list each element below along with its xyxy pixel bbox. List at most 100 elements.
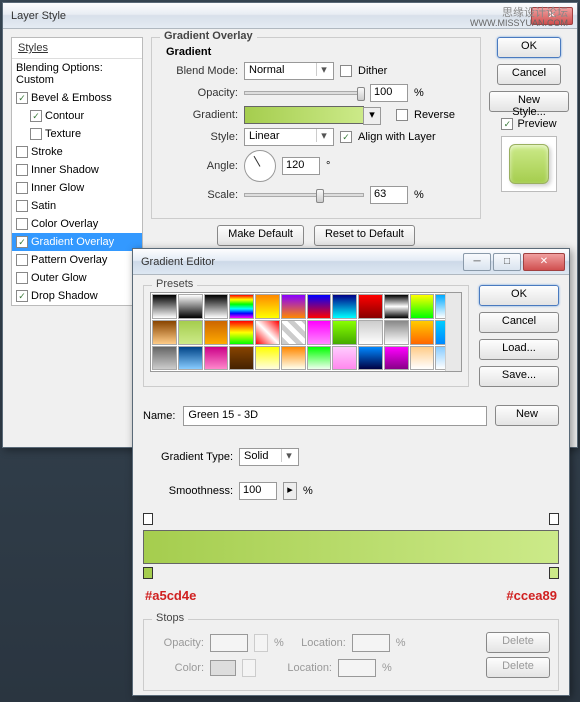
style-item-satin[interactable]: Satin — [12, 197, 142, 215]
style-checkbox[interactable] — [16, 200, 28, 212]
scale-value[interactable]: 63 — [370, 186, 408, 204]
style-checkbox[interactable] — [16, 164, 28, 176]
preview-swatch — [501, 136, 557, 192]
preset-swatch[interactable] — [384, 320, 409, 345]
preset-swatch[interactable] — [152, 346, 177, 371]
preset-swatch[interactable] — [307, 294, 332, 319]
style-item-drop-shadow[interactable]: Drop Shadow — [12, 287, 142, 305]
new-button[interactable]: New — [495, 405, 559, 426]
chevron-right-icon[interactable]: ▸ — [283, 482, 297, 500]
preset-swatch[interactable] — [152, 320, 177, 345]
opacity-value[interactable]: 100 — [370, 84, 408, 102]
style-checkbox[interactable] — [16, 290, 28, 302]
ge-cancel-button[interactable]: Cancel — [479, 312, 559, 333]
style-item-color-overlay[interactable]: Color Overlay — [12, 215, 142, 233]
preset-swatch[interactable] — [255, 346, 280, 371]
preset-swatch[interactable] — [178, 346, 203, 371]
style-item-gradient-overlay[interactable]: Gradient Overlay — [12, 233, 142, 251]
color-stop-right[interactable] — [549, 567, 559, 579]
style-checkbox[interactable] — [16, 254, 28, 266]
preset-swatch[interactable] — [332, 320, 357, 345]
preset-swatch[interactable] — [229, 346, 254, 371]
style-select[interactable]: Linear — [244, 128, 334, 146]
blending-options-row[interactable]: Blending Options: Custom — [12, 59, 142, 89]
style-item-inner-glow[interactable]: Inner Glow — [12, 179, 142, 197]
align-checkbox[interactable] — [340, 131, 352, 143]
style-item-bevel-emboss[interactable]: Bevel & Emboss — [12, 89, 142, 107]
angle-value[interactable]: 120 — [282, 157, 320, 175]
angle-dial[interactable] — [244, 150, 276, 182]
style-checkbox[interactable] — [16, 92, 28, 104]
reset-default-button[interactable]: Reset to Default — [314, 225, 415, 246]
gradient-editor-titlebar[interactable]: Gradient Editor ─ □ ✕ — [133, 249, 569, 275]
style-item-texture[interactable]: Texture — [12, 125, 142, 143]
name-input[interactable]: Green 15 - 3D — [183, 406, 487, 426]
style-item-contour[interactable]: Contour — [12, 107, 142, 125]
preset-swatch[interactable] — [410, 346, 435, 371]
preset-swatch[interactable] — [384, 294, 409, 319]
style-checkbox[interactable] — [30, 128, 42, 140]
ge-ok-button[interactable]: OK — [479, 285, 559, 306]
color-stop-left[interactable] — [143, 567, 153, 579]
style-checkbox[interactable] — [16, 236, 28, 248]
preset-swatch[interactable] — [410, 294, 435, 319]
preset-swatch[interactable] — [358, 294, 383, 319]
minimize-icon[interactable]: ─ — [463, 253, 491, 271]
scale-slider[interactable] — [244, 193, 364, 197]
preset-swatch[interactable] — [358, 346, 383, 371]
reverse-checkbox[interactable] — [396, 109, 408, 121]
preset-swatch[interactable] — [332, 294, 357, 319]
reverse-label: Reverse — [414, 109, 455, 121]
preset-swatch[interactable] — [204, 346, 229, 371]
scrollbar[interactable] — [445, 293, 461, 371]
ok-button[interactable]: OK — [497, 37, 561, 58]
style-item-pattern-overlay[interactable]: Pattern Overlay — [12, 251, 142, 269]
preset-swatch[interactable] — [307, 320, 332, 345]
preset-swatch[interactable] — [384, 346, 409, 371]
gradtype-select[interactable]: Solid — [239, 448, 299, 466]
opacity-stop-left[interactable] — [143, 513, 153, 525]
style-item-inner-shadow[interactable]: Inner Shadow — [12, 161, 142, 179]
style-checkbox[interactable] — [16, 272, 28, 284]
dither-checkbox[interactable] — [340, 65, 352, 77]
preset-swatch[interactable] — [152, 294, 177, 319]
gradient-swatch[interactable] — [244, 106, 364, 124]
preset-swatch[interactable] — [178, 320, 203, 345]
style-item-stroke[interactable]: Stroke — [12, 143, 142, 161]
style-checkbox[interactable] — [16, 218, 28, 230]
preset-swatch[interactable] — [281, 346, 306, 371]
style-checkbox[interactable] — [30, 110, 42, 122]
preset-swatch[interactable] — [255, 320, 280, 345]
opacity-stop-right[interactable] — [549, 513, 559, 525]
close-icon[interactable]: ✕ — [523, 253, 565, 271]
preset-swatch[interactable] — [332, 346, 357, 371]
preset-swatch[interactable] — [255, 294, 280, 319]
name-label: Name: — [143, 410, 175, 422]
preset-swatch[interactable] — [358, 320, 383, 345]
blend-mode-select[interactable]: Normal — [244, 62, 334, 80]
make-default-button[interactable]: Make Default — [217, 225, 304, 246]
maximize-icon[interactable]: □ — [493, 253, 521, 271]
gradient-bar[interactable] — [143, 530, 559, 564]
cancel-button[interactable]: Cancel — [497, 64, 561, 85]
preset-swatch[interactable] — [204, 294, 229, 319]
smooth-value[interactable]: 100 — [239, 482, 277, 500]
style-checkbox[interactable] — [16, 146, 28, 158]
style-checkbox[interactable] — [16, 182, 28, 194]
preset-swatch[interactable] — [204, 320, 229, 345]
ge-save-button[interactable]: Save... — [479, 366, 559, 387]
preview-checkbox[interactable] — [501, 118, 513, 130]
new-style-button[interactable]: New Style... — [489, 91, 569, 112]
preset-swatch[interactable] — [281, 294, 306, 319]
styles-header[interactable]: Styles — [12, 38, 142, 59]
style-item-outer-glow[interactable]: Outer Glow — [12, 269, 142, 287]
opacity-slider[interactable] — [244, 91, 364, 95]
preset-swatch[interactable] — [229, 294, 254, 319]
preset-swatch[interactable] — [281, 320, 306, 345]
preset-swatch[interactable] — [229, 320, 254, 345]
preset-swatch-grid — [150, 292, 462, 372]
preset-swatch[interactable] — [307, 346, 332, 371]
preset-swatch[interactable] — [410, 320, 435, 345]
preset-swatch[interactable] — [178, 294, 203, 319]
ge-load-button[interactable]: Load... — [479, 339, 559, 360]
